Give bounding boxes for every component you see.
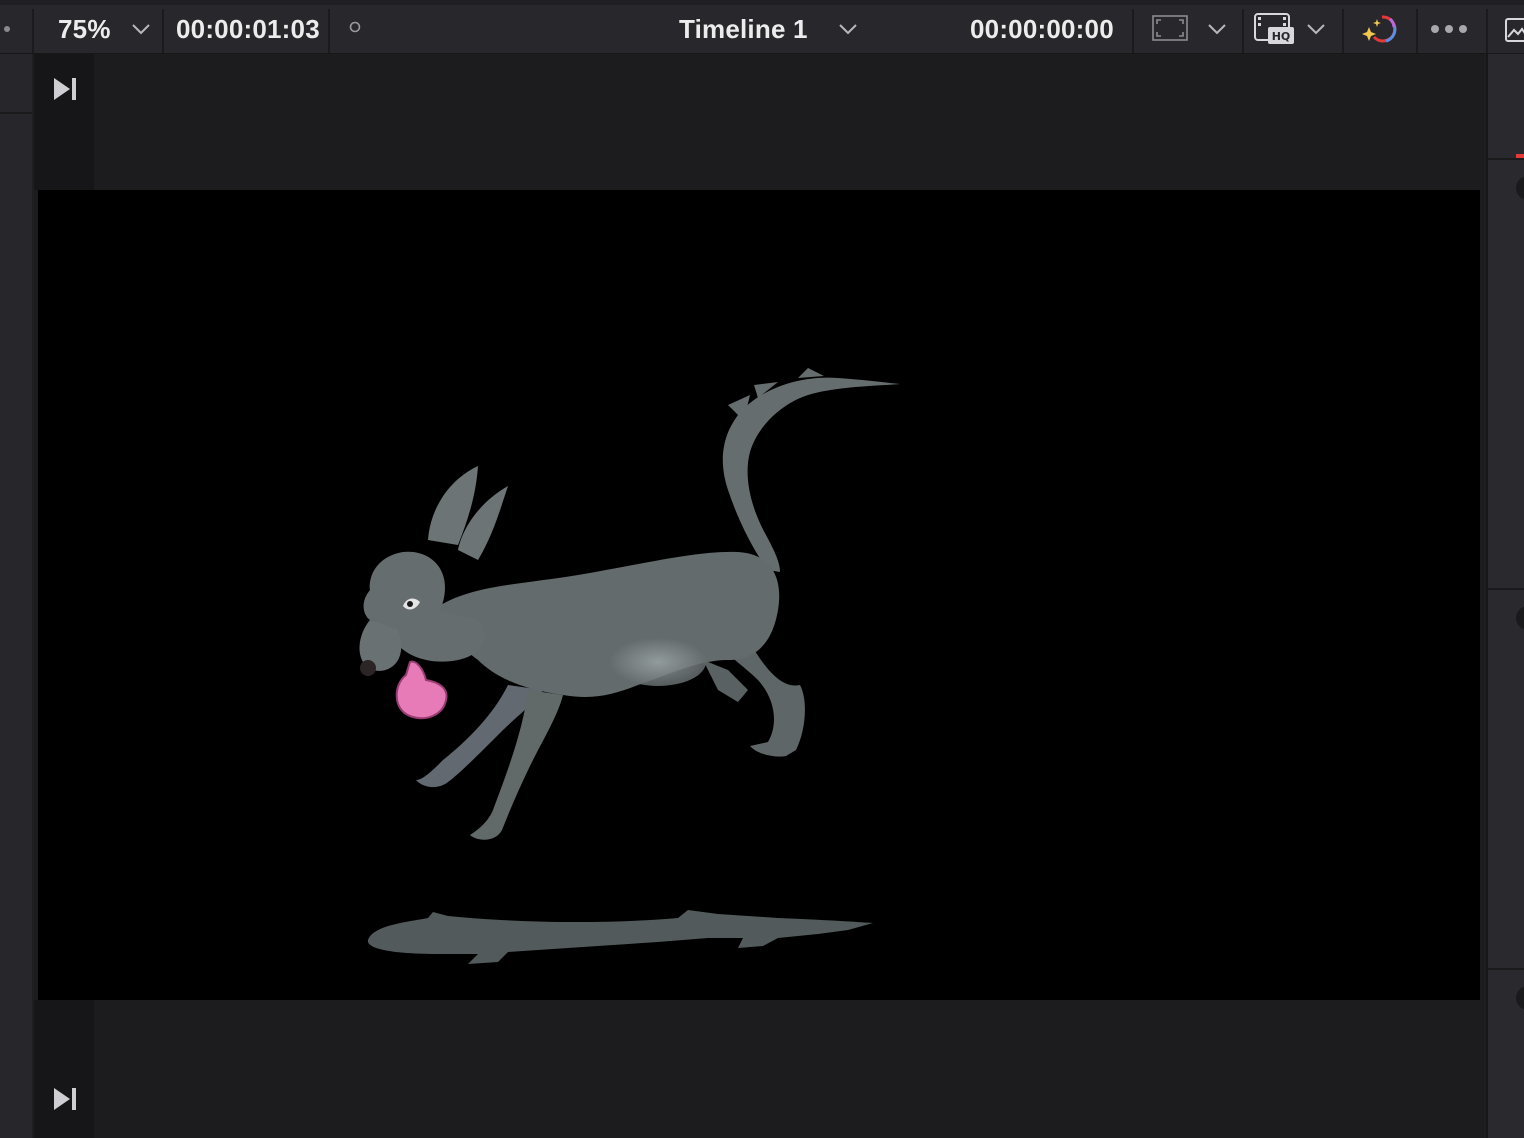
duration-timecode-text: 00:00:01:03 — [176, 13, 320, 44]
viewer-bottom-gutter — [34, 1000, 94, 1138]
more-options-button[interactable] — [1418, 5, 1484, 53]
panel-handle-dot[interactable] — [4, 5, 18, 53]
chevron-down-icon[interactable] — [1307, 23, 1325, 35]
left-panel-edge — [0, 54, 32, 1138]
right-panel-edge — [1486, 54, 1524, 1138]
current-timecode[interactable]: 00:00:00:00 — [966, 5, 1132, 53]
current-timecode-text: 00:00:00:00 — [970, 13, 1114, 44]
panel-knob[interactable] — [1516, 606, 1524, 630]
viewer-frame-button[interactable] — [1134, 5, 1242, 53]
hq-playback-icon: HQ — [1254, 13, 1294, 44]
timeline-selector[interactable]: Timeline 1 — [676, 5, 876, 53]
color-sparkle-button[interactable] — [1344, 5, 1416, 53]
duration-timecode[interactable]: 00:00:01:03 — [164, 5, 328, 53]
zoom-value: 75% — [58, 13, 111, 44]
color-sparkle-icon — [1362, 15, 1397, 43]
viewer-toolbar: 75% 00:00:01:03 Timeline 1 00:00:00:00 H… — [0, 0, 1524, 54]
video-frame[interactable] — [38, 190, 1480, 1000]
hq-playback-button[interactable]: HQ — [1244, 5, 1342, 53]
more-options-icon — [1431, 25, 1467, 33]
record-dot-icon — [349, 21, 361, 33]
chevron-down-icon — [132, 24, 150, 35]
chevron-down-icon — [839, 24, 857, 35]
jump-to-next-icon[interactable] — [52, 76, 78, 102]
viewer-frame-icon — [1152, 15, 1188, 41]
svg-text:HQ: HQ — [1272, 30, 1291, 43]
panel-knob[interactable] — [1516, 986, 1524, 1010]
panel-knob[interactable] — [1516, 176, 1524, 200]
running-dog-illustration — [359, 368, 900, 964]
viewer-top-gutter — [34, 54, 94, 190]
zoom-selector[interactable]: 75% — [34, 5, 162, 53]
timeline-name: Timeline 1 — [679, 13, 808, 44]
chevron-down-icon[interactable] — [1208, 23, 1226, 35]
jump-to-next-icon[interactable] — [52, 1086, 78, 1112]
image-icon[interactable] — [1504, 17, 1524, 43]
